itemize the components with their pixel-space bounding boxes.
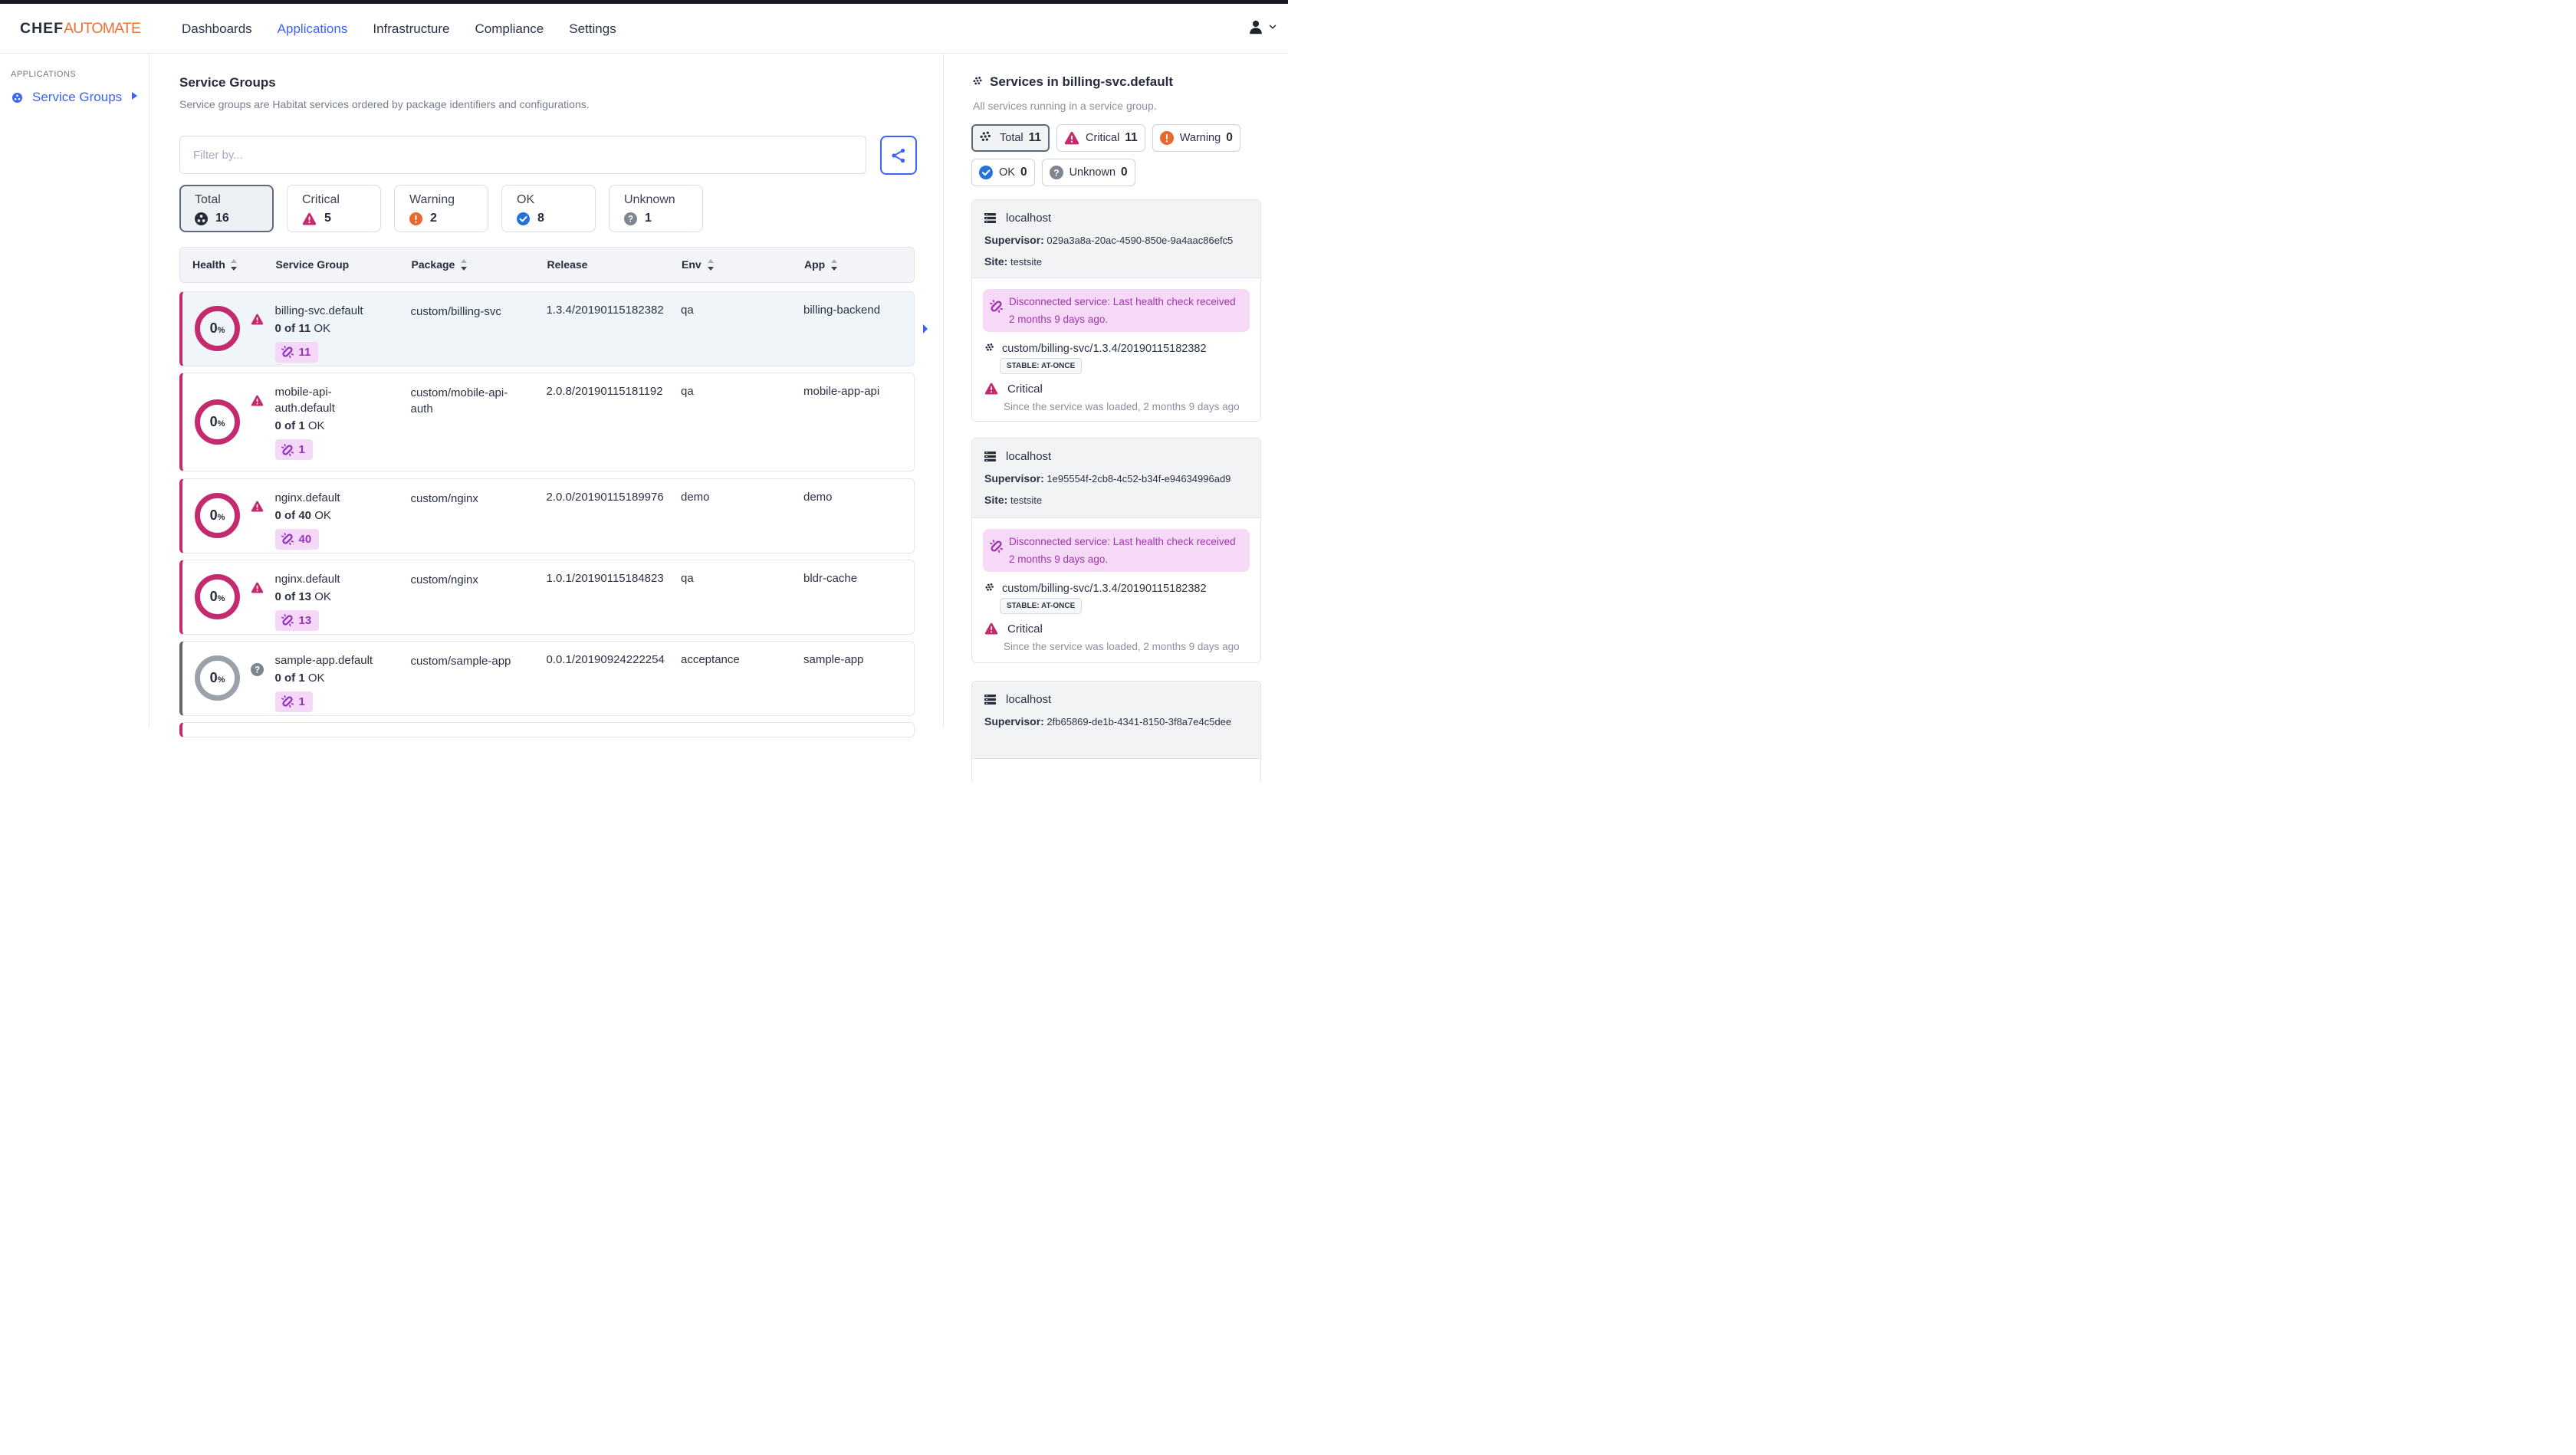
- svg-text:?: ?: [1053, 167, 1059, 178]
- svg-text:?: ?: [628, 215, 633, 224]
- svg-text:?: ?: [255, 665, 260, 675]
